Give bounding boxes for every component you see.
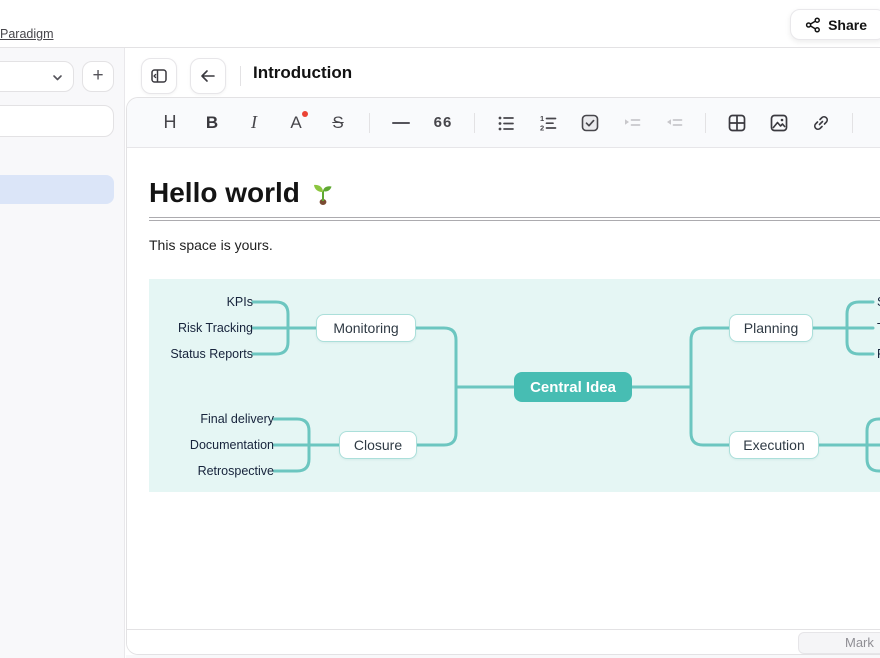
document-title-text: Hello world [149,178,300,208]
table-button[interactable] [720,107,754,139]
document-panel: H B I A S 66 1 2 [126,97,880,655]
indent-icon [622,113,642,133]
document-divider [149,217,880,221]
mindmap-leaf-final-delivery[interactable]: Final delivery [149,411,274,427]
mindmap-leaf-status-reports[interactable]: Status Reports [149,346,253,362]
quote-icon: 66 [434,114,453,131]
heading-button[interactable]: H [153,107,187,139]
arrow-left-icon [199,67,217,85]
bold-button[interactable]: B [195,107,229,139]
image-button[interactable] [762,107,796,139]
link-button[interactable] [804,107,838,139]
mindmap-node-central-idea[interactable]: Central Idea [514,372,632,402]
document-content: Hello world This space is yours. [127,148,880,630]
numbered-list-icon: 1 2 [538,113,558,133]
indent-button[interactable] [615,107,649,139]
quote-button[interactable]: 66 [426,107,460,139]
header-divider [240,66,241,86]
mindmap-node-closure[interactable]: Closure [339,431,417,459]
toolbar-divider [705,113,706,133]
mindmap-leaf-documentation[interactable]: Documentation [149,437,274,453]
mindmap-leaf-retrospective[interactable]: Retrospective [149,463,274,479]
toolbar-divider [474,113,475,133]
document-title[interactable]: Hello world [149,178,880,208]
mindmap-node-monitoring[interactable]: Monitoring [316,314,416,342]
toolbar-divider [852,113,853,133]
back-button[interactable] [190,58,226,94]
svg-text:2: 2 [540,123,544,132]
strikethrough-icon: S [332,113,343,133]
horizontal-rule-button[interactable] [384,107,418,139]
document-paragraph[interactable]: This space is yours. [149,237,880,253]
strikethrough-button[interactable]: S [321,107,355,139]
formatting-toolbar: H B I A S 66 1 2 [127,98,880,148]
new-doc-button[interactable]: + [82,61,114,92]
italic-icon: I [251,112,257,133]
bulleted-list-icon [496,113,516,133]
markdown-button[interactable]: Mark [798,632,880,654]
todo-checkbox-icon [580,113,600,133]
todo-checkbox-button[interactable] [573,107,607,139]
bold-icon: B [206,113,218,133]
share-label: Share [828,17,867,33]
table-icon [727,113,747,133]
top-bar: Paradigm Share [0,0,880,48]
horizontal-rule-icon [392,122,410,124]
heading-icon: H [164,112,177,133]
mindmap-leaf-risk-tracking[interactable]: Risk Tracking [149,320,253,336]
share-button[interactable]: Share [790,9,880,40]
sidebar-item-selected[interactable] [0,175,114,204]
sidebar-search-input[interactable] [0,105,114,137]
seedling-emoji-icon [310,180,336,206]
document-header: Introduction [126,48,880,97]
outdent-button[interactable] [657,107,691,139]
bulleted-list-button[interactable] [489,107,523,139]
outdent-icon [664,113,684,133]
image-icon [769,113,789,133]
toggle-sidebar-button[interactable] [141,58,177,94]
sidebar-toggle-icon [150,67,168,85]
workspace-link[interactable]: Paradigm [0,27,54,41]
document-footer: Mark [127,629,880,654]
workspace-selector-dropdown[interactable] [0,61,74,92]
numbered-list-button[interactable]: 1 2 [531,107,565,139]
mindmap-node-planning[interactable]: Planning [729,314,813,342]
chevron-down-icon [51,71,64,84]
page-title: Introduction [253,63,352,83]
toolbar-divider [369,113,370,133]
mindmap-node-execution[interactable]: Execution [729,431,819,459]
mindmap-leaf-kpis[interactable]: KPIs [149,294,253,310]
text-color-icon: A [290,113,301,133]
share-icon [805,17,821,33]
sidebar: + [0,48,125,658]
mindmap-block[interactable]: Central Idea Monitoring Closure Planning… [149,279,880,492]
text-color-button[interactable]: A [279,107,313,139]
svg-text:1: 1 [540,114,544,123]
italic-button[interactable]: I [237,107,271,139]
link-icon [811,113,831,133]
